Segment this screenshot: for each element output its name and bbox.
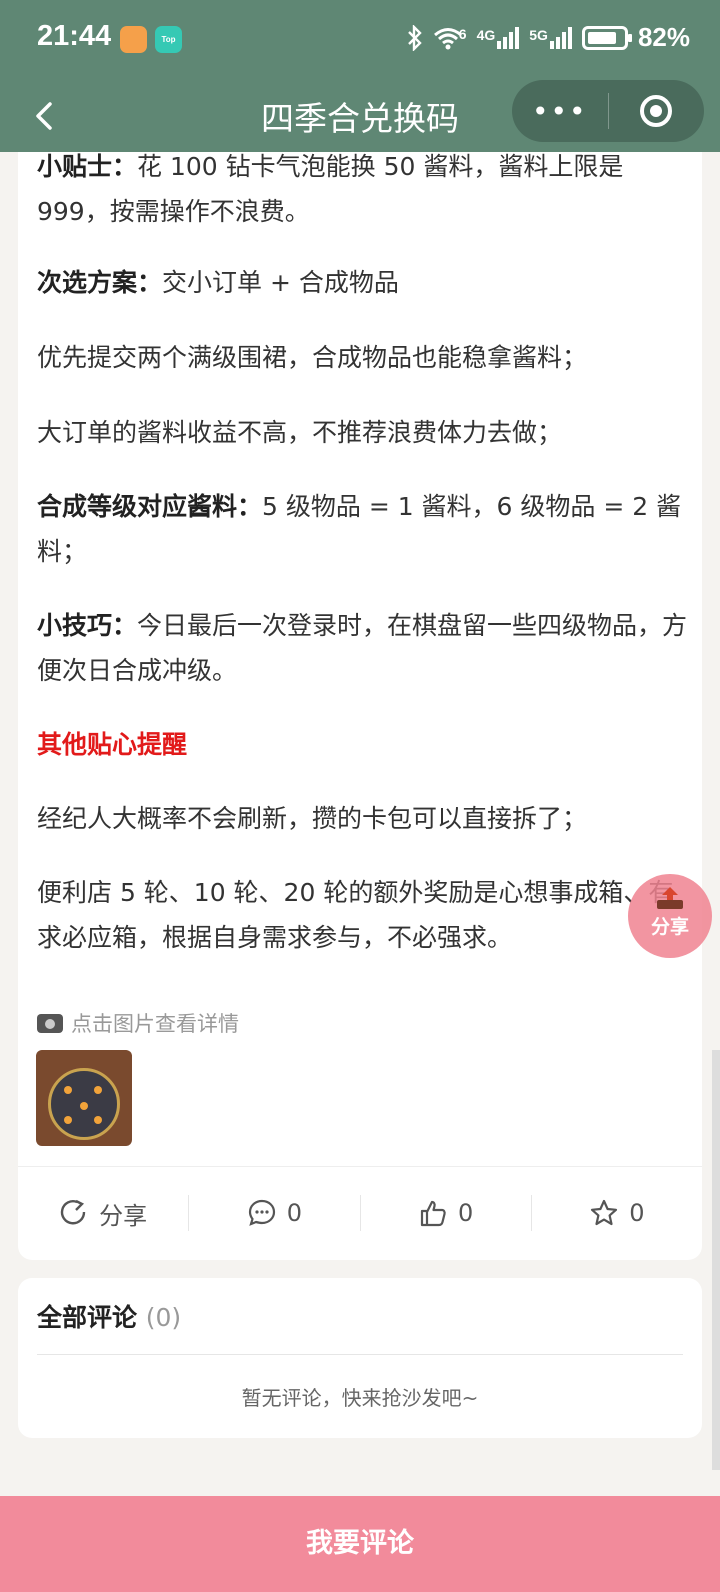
more-options-icon[interactable]: •••: [512, 95, 608, 128]
app-notification-icon: [120, 26, 147, 53]
like-button[interactable]: 0: [361, 1198, 531, 1228]
board-item-dot: [64, 1116, 72, 1124]
bluetooth-icon: [407, 24, 422, 51]
status-time: 21:44: [37, 20, 112, 52]
apron-paragraph: 优先提交两个满级围裙，合成物品也能稳拿酱料；: [37, 343, 588, 372]
image-hint: 点击图片查看详情: [37, 1008, 239, 1038]
close-miniprogram-button[interactable]: [609, 95, 705, 127]
article-card: 小贴士：花 100 钻卡气泡能换 50 酱料，酱料上限是 999，按需操作不浪费…: [18, 152, 702, 1260]
scrollbar[interactable]: [712, 1050, 720, 1470]
alt-plan-paragraph: 次选方案：交小订单 + 合成物品: [37, 260, 697, 305]
action-bar: 分享 0 0 0: [18, 1167, 702, 1259]
comment-count: 0: [286, 1199, 303, 1227]
comments-divider: [37, 1354, 683, 1355]
share-upload-icon: [657, 887, 683, 909]
battery-percent: 82%: [637, 22, 690, 52]
favorite-count: 0: [629, 1199, 645, 1227]
signal-4g-icon: [497, 26, 520, 49]
target-circle-icon: [640, 95, 673, 127]
trick-label: 小技巧：: [37, 611, 138, 640]
nav-bar: 四季合兑换码 •••: [0, 80, 720, 152]
battery-icon: [581, 25, 632, 50]
comments-count: (0): [145, 1303, 182, 1332]
section-heading-reminders: 其他贴心提醒: [37, 730, 188, 759]
network-4g-label: 4G: [476, 26, 496, 43]
floating-share-label: 分享: [650, 916, 689, 938]
merge-level-label: 合成等级对应酱料：: [37, 492, 263, 521]
article-image-thumbnail[interactable]: [36, 1050, 132, 1146]
share-label: 分享: [99, 1201, 148, 1230]
comment-bubble-icon: [248, 1199, 275, 1226]
comments-heading: 全部评论 (0): [37, 1298, 181, 1334]
big-order-paragraph: 大订单的酱料收益不高，不推荐浪费体力去做；: [37, 418, 563, 447]
board-item-dot: [94, 1116, 102, 1124]
merge-level-paragraph: 合成等级对应酱料：5 级物品 = 1 酱料，6 级物品 = 2 酱料；: [37, 484, 697, 574]
top-app-icon: Top: [155, 26, 182, 53]
network-5g-label: 5G: [529, 26, 548, 43]
share-button[interactable]: 分享: [18, 1196, 188, 1231]
alt-plan-label: 次选方案：: [37, 268, 163, 297]
board-item-dot: [94, 1086, 102, 1094]
wifi-6-badge: 6: [458, 25, 467, 42]
tip-label: 小贴士：: [37, 152, 138, 181]
like-count: 0: [457, 1199, 474, 1227]
write-comment-button[interactable]: 我要评论: [0, 1496, 720, 1592]
status-bar: 21:44 Top 6 4G 5G 82%: [0, 0, 720, 80]
thumbs-up-icon: [420, 1200, 446, 1227]
board-item-dot: [80, 1102, 88, 1110]
status-indicators: 6 4G 5G 82%: [407, 22, 690, 53]
trick-paragraph: 小技巧：今日最后一次登录时，在棋盘留一些四级物品，方便次日合成冲级。: [37, 603, 697, 693]
board-item-dot: [64, 1086, 72, 1094]
camera-icon: [37, 1013, 63, 1033]
comment-button[interactable]: 0: [189, 1198, 359, 1228]
image-hint-text: 点击图片查看详情: [71, 1012, 239, 1036]
signal-5g-icon: [549, 26, 572, 49]
share-refresh-icon: [60, 1199, 86, 1225]
floating-share-button[interactable]: 分享: [628, 874, 712, 958]
store-paragraph: 便利店 5 轮、10 轮、20 轮的额外奖励是心想事成箱、有求必应箱，根据自身需…: [37, 878, 674, 952]
agent-paragraph: 经纪人大概率不会刷新，攒的卡包可以直接拆了；: [37, 804, 588, 833]
miniprogram-capsule: •••: [512, 80, 704, 142]
empty-comments-text: 暂无评论，快来抢沙发吧~: [241, 1386, 479, 1410]
favorite-button[interactable]: 0: [532, 1198, 702, 1228]
alt-plan-text: 交小订单 + 合成物品: [162, 268, 399, 297]
comments-card: 全部评论 (0) 暂无评论，快来抢沙发吧~: [18, 1278, 702, 1438]
tip-paragraph: 小贴士：花 100 钻卡气泡能换 50 酱料，酱料上限是 999，按需操作不浪费…: [37, 144, 697, 234]
star-icon: [591, 1199, 618, 1226]
comments-title: 全部评论: [37, 1303, 138, 1332]
